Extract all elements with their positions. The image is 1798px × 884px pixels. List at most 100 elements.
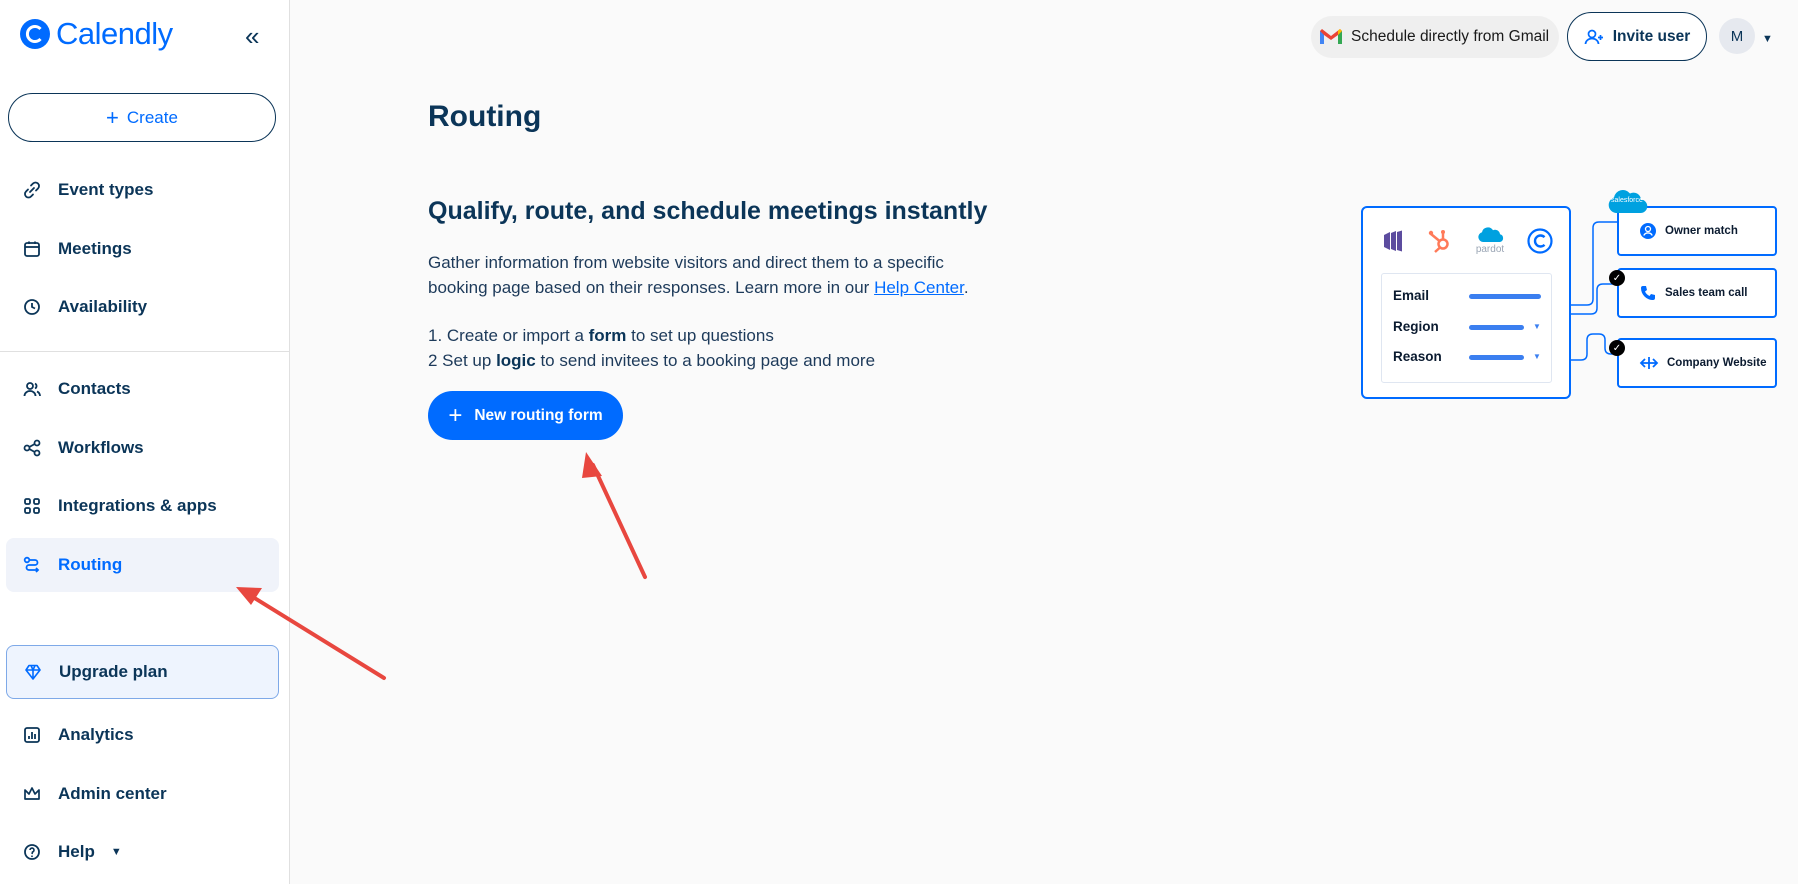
routing-description: Gather information from website visitors… — [428, 250, 1008, 300]
chevron-down-icon: ▼ — [110, 846, 122, 858]
sidebar-item-label: Analytics — [58, 725, 134, 744]
dropdown-caret-icon: ▼ — [1533, 352, 1541, 361]
step-2-text: 2 Set up — [428, 351, 497, 370]
field-label-email: Email — [1393, 288, 1430, 303]
help-center-link[interactable]: Help Center — [874, 278, 964, 297]
check-icon: ✓ — [1609, 340, 1625, 356]
sidebar-item-label: Event types — [58, 180, 154, 199]
plus-icon: + — [106, 104, 119, 130]
routing-headline: Qualify, route, and schedule meetings in… — [428, 197, 988, 225]
sidebar-item-contacts[interactable]: Contacts — [6, 362, 279, 416]
diamond-icon — [21, 660, 45, 684]
step-2: 2 Set up logic to send invitees to a boo… — [428, 348, 875, 373]
salesforce-pardot-logo: pardot — [1475, 226, 1505, 255]
redirect-arrows-icon — [1639, 357, 1659, 369]
sidebar-item-label: Upgrade plan — [59, 662, 168, 681]
routing-illustration: pardot Email Region ▼ Reason ▼ Owner mat… — [1355, 189, 1777, 410]
logo-text: Calendly — [56, 16, 173, 51]
create-label: Create — [126, 107, 178, 127]
account-menu-chevron-icon[interactable]: ▼ — [1762, 33, 1773, 45]
sidebar: Calendly « + Create Event types Meetings… — [0, 0, 290, 884]
phone-icon — [1641, 286, 1655, 300]
salesforce-label: salesforce — [1611, 197, 1643, 204]
route-label: Company Website — [1667, 357, 1767, 369]
route-sales-team-call: Sales team call — [1617, 268, 1777, 318]
crown-icon — [20, 782, 44, 806]
sidebar-divider — [0, 351, 290, 352]
apps-grid-icon — [20, 494, 44, 518]
field-input-email — [1469, 294, 1541, 299]
routing-icon — [20, 553, 44, 577]
calendly-mini-icon — [1527, 227, 1553, 254]
sidebar-item-label: Routing — [58, 555, 123, 574]
gmail-button-label: Schedule directly from Gmail — [1351, 28, 1550, 45]
hubspot-icon — [1428, 229, 1449, 253]
plus-icon: + — [448, 401, 463, 429]
sidebar-item-label: Workflows — [58, 438, 144, 457]
step-2-suffix: to send invitees to a booking page and m… — [535, 351, 876, 370]
pardot-label: pardot — [1475, 244, 1505, 255]
calendly-logo-icon — [20, 19, 50, 49]
sidebar-item-integrations[interactable]: Integrations & apps — [6, 479, 279, 533]
step-1-text: 1. Create or import a — [428, 326, 589, 345]
step-1-bold: form — [588, 326, 627, 345]
new-routing-form-button[interactable]: + New routing form — [428, 391, 623, 440]
dropdown-caret-icon: ▼ — [1533, 322, 1541, 331]
route-company-website: Company Website — [1617, 338, 1777, 388]
avatar[interactable]: M — [1719, 18, 1755, 54]
arrow-to-new-routing-form — [582, 452, 647, 579]
user-circle-icon — [1640, 223, 1656, 239]
contacts-icon — [20, 377, 44, 401]
clock-icon — [20, 295, 44, 319]
sidebar-item-event-types[interactable]: Event types — [6, 163, 279, 217]
link-icon — [20, 178, 44, 202]
sidebar-item-availability[interactable]: Availability — [6, 280, 279, 334]
sidebar-item-help[interactable]: Help ▼ — [6, 825, 279, 879]
gmail-icon — [1320, 29, 1342, 44]
sidebar-item-upgrade-plan[interactable]: Upgrade plan — [6, 645, 279, 699]
sidebar-item-label: Help — [58, 842, 95, 861]
salesforce-badge: salesforce — [1605, 186, 1649, 221]
marketo-icon — [1384, 230, 1402, 251]
invite-user-button[interactable]: Invite user — [1567, 12, 1707, 61]
sidebar-item-admin-center[interactable]: Admin center — [6, 767, 279, 821]
help-circle-icon — [20, 840, 44, 864]
workflow-icon — [20, 436, 44, 460]
calendar-icon — [20, 237, 44, 261]
new-routing-form-label: New routing form — [474, 406, 603, 424]
step-1: 1. Create or import a form to set up que… — [428, 323, 875, 348]
sidebar-item-label: Admin center — [58, 784, 167, 803]
field-label-reason: Reason — [1393, 349, 1442, 364]
step-1-suffix: to set up questions — [626, 326, 774, 345]
salesforce-cloud-icon — [1478, 227, 1504, 242]
form-preview: Email Region ▼ Reason ▼ — [1381, 273, 1552, 383]
step-2-bold: logic — [496, 351, 536, 370]
route-label: Sales team call — [1665, 287, 1748, 299]
description-end: . — [963, 278, 969, 297]
collapse-sidebar-icon[interactable]: « — [245, 23, 269, 50]
invite-user-label: Invite user — [1612, 27, 1691, 45]
add-user-icon — [1584, 29, 1603, 44]
page-title: Routing — [428, 100, 542, 133]
sidebar-item-label: Meetings — [58, 239, 132, 258]
sidebar-item-meetings[interactable]: Meetings — [6, 222, 279, 276]
sidebar-item-label: Availability — [58, 297, 148, 316]
calendly-logo[interactable]: Calendly — [18, 16, 173, 52]
routing-steps: 1. Create or import a form to set up que… — [428, 323, 875, 373]
field-select-reason — [1469, 355, 1524, 360]
analytics-icon — [20, 723, 44, 747]
route-label: Owner match — [1665, 225, 1738, 237]
sidebar-item-analytics[interactable]: Analytics — [6, 708, 279, 762]
form-card: pardot Email Region ▼ Reason ▼ — [1361, 206, 1571, 399]
check-icon: ✓ — [1609, 270, 1625, 286]
integration-logos: pardot — [1381, 226, 1553, 255]
sidebar-item-label: Integrations & apps — [58, 496, 217, 515]
gmail-extension-button[interactable]: Schedule directly from Gmail — [1311, 16, 1559, 58]
field-label-region: Region — [1393, 319, 1439, 334]
field-select-region — [1469, 325, 1524, 330]
create-button[interactable]: + Create — [8, 93, 276, 142]
sidebar-item-workflows[interactable]: Workflows — [6, 421, 279, 475]
sidebar-item-routing[interactable]: Routing — [6, 538, 279, 592]
description-text: Gather information from website visitors… — [428, 253, 944, 297]
sidebar-item-label: Contacts — [58, 379, 131, 398]
